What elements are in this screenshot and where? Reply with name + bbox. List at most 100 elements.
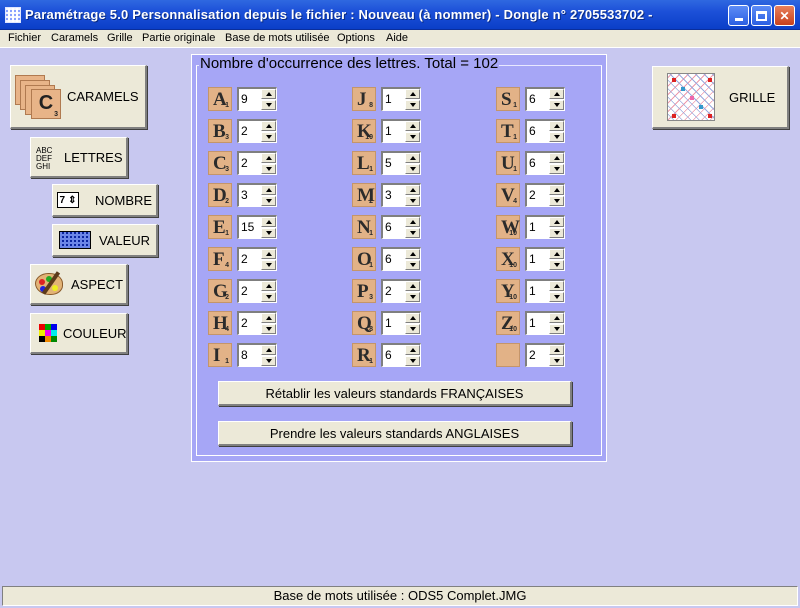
count-spinner[interactable]: 1 (525, 311, 565, 335)
minimize-button[interactable] (728, 5, 749, 26)
english-standard-button[interactable]: Prendre les valeurs standards ANGLAISES (218, 421, 572, 446)
count-spinner[interactable]: 2 (237, 311, 277, 335)
spin-down-icon[interactable] (261, 228, 276, 238)
spin-up-icon[interactable] (261, 121, 276, 131)
spin-down-icon[interactable] (261, 260, 276, 270)
spin-down-icon[interactable] (549, 292, 564, 302)
count-spinner[interactable]: 2 (525, 343, 565, 367)
spin-up-icon[interactable] (549, 345, 564, 355)
spin-up-icon[interactable] (549, 313, 564, 323)
count-value[interactable]: 3 (385, 188, 392, 202)
spin-down-icon[interactable] (549, 228, 564, 238)
count-spinner[interactable]: 2 (381, 279, 421, 303)
spin-up-icon[interactable] (261, 153, 276, 163)
spin-down-icon[interactable] (261, 356, 276, 366)
count-value[interactable]: 2 (241, 156, 248, 170)
count-value[interactable]: 1 (529, 220, 536, 234)
spin-down-icon[interactable] (405, 164, 420, 174)
count-spinner[interactable]: 9 (237, 87, 277, 111)
spin-down-icon[interactable] (405, 196, 420, 206)
spin-down-icon[interactable] (549, 260, 564, 270)
count-spinner[interactable]: 6 (525, 87, 565, 111)
count-spinner[interactable]: 6 (381, 247, 421, 271)
count-spinner[interactable]: 1 (525, 247, 565, 271)
menu-aide[interactable]: Aide (386, 32, 408, 44)
spin-down-icon[interactable] (261, 100, 276, 110)
grille-button[interactable]: GRILLE (652, 66, 789, 129)
close-button[interactable]: ✕ (774, 5, 795, 26)
count-value[interactable]: 1 (385, 124, 392, 138)
spin-up-icon[interactable] (261, 89, 276, 99)
app-icon[interactable] (5, 7, 21, 23)
spin-down-icon[interactable] (549, 100, 564, 110)
menu-grille[interactable]: Grille (107, 32, 133, 44)
spin-down-icon[interactable] (405, 324, 420, 334)
spin-down-icon[interactable] (549, 164, 564, 174)
spin-down-icon[interactable] (405, 100, 420, 110)
spin-up-icon[interactable] (549, 153, 564, 163)
lettres-button[interactable]: ABC DEF GHI LETTRES (30, 137, 128, 178)
count-spinner[interactable]: 2 (237, 247, 277, 271)
menu-options[interactable]: Options (337, 32, 375, 44)
spin-up-icon[interactable] (261, 345, 276, 355)
count-value[interactable]: 2 (241, 124, 248, 138)
count-value[interactable]: 9 (241, 92, 248, 106)
menu-partie-originale[interactable]: Partie originale (142, 32, 215, 44)
count-value[interactable]: 6 (529, 92, 536, 106)
spin-up-icon[interactable] (549, 249, 564, 259)
count-spinner[interactable]: 2 (525, 183, 565, 207)
spin-down-icon[interactable] (261, 164, 276, 174)
count-value[interactable]: 2 (529, 348, 536, 362)
spin-down-icon[interactable] (261, 196, 276, 206)
spin-up-icon[interactable] (549, 121, 564, 131)
count-value[interactable]: 1 (529, 316, 536, 330)
count-value[interactable]: 1 (529, 252, 536, 266)
count-spinner[interactable]: 8 (237, 343, 277, 367)
count-spinner[interactable]: 6 (381, 343, 421, 367)
spin-down-icon[interactable] (549, 196, 564, 206)
aspect-button[interactable]: ASPECT (30, 264, 128, 305)
count-value[interactable]: 6 (529, 156, 536, 170)
spin-up-icon[interactable] (261, 249, 276, 259)
count-spinner[interactable]: 6 (381, 215, 421, 239)
spin-up-icon[interactable] (549, 185, 564, 195)
spin-down-icon[interactable] (549, 356, 564, 366)
count-value[interactable]: 3 (241, 188, 248, 202)
spin-up-icon[interactable] (405, 313, 420, 323)
count-value[interactable]: 6 (529, 124, 536, 138)
count-spinner[interactable]: 1 (525, 215, 565, 239)
spin-down-icon[interactable] (549, 132, 564, 142)
spin-up-icon[interactable] (405, 121, 420, 131)
couleur-button[interactable]: COULEUR (30, 313, 128, 354)
count-value[interactable]: 2 (241, 252, 248, 266)
count-spinner[interactable]: 15 (237, 215, 277, 239)
count-value[interactable]: 5 (385, 156, 392, 170)
spin-up-icon[interactable] (405, 281, 420, 291)
count-spinner[interactable]: 5 (381, 151, 421, 175)
valeur-button[interactable]: VALEUR (52, 224, 158, 257)
spin-up-icon[interactable] (261, 185, 276, 195)
count-value[interactable]: 1 (385, 92, 392, 106)
maximize-button[interactable] (751, 5, 772, 26)
spin-up-icon[interactable] (405, 345, 420, 355)
spin-down-icon[interactable] (549, 324, 564, 334)
count-spinner[interactable]: 1 (381, 311, 421, 335)
count-value[interactable]: 15 (241, 220, 254, 234)
count-value[interactable]: 2 (385, 284, 392, 298)
spin-down-icon[interactable] (405, 356, 420, 366)
count-value[interactable]: 6 (385, 220, 392, 234)
spin-up-icon[interactable] (549, 89, 564, 99)
count-value[interactable]: 1 (529, 284, 536, 298)
menu-base-de-mots[interactable]: Base de mots utilisée (225, 32, 330, 44)
spin-down-icon[interactable] (405, 228, 420, 238)
spin-up-icon[interactable] (261, 281, 276, 291)
spin-up-icon[interactable] (405, 249, 420, 259)
spin-down-icon[interactable] (261, 292, 276, 302)
spin-up-icon[interactable] (261, 313, 276, 323)
count-spinner[interactable]: 3 (237, 183, 277, 207)
spin-down-icon[interactable] (405, 132, 420, 142)
restore-french-button[interactable]: Rétablir les valeurs standards FRANÇAISE… (218, 381, 572, 406)
count-spinner[interactable]: 2 (237, 119, 277, 143)
spin-up-icon[interactable] (405, 217, 420, 227)
menu-caramels[interactable]: Caramels (51, 32, 98, 44)
